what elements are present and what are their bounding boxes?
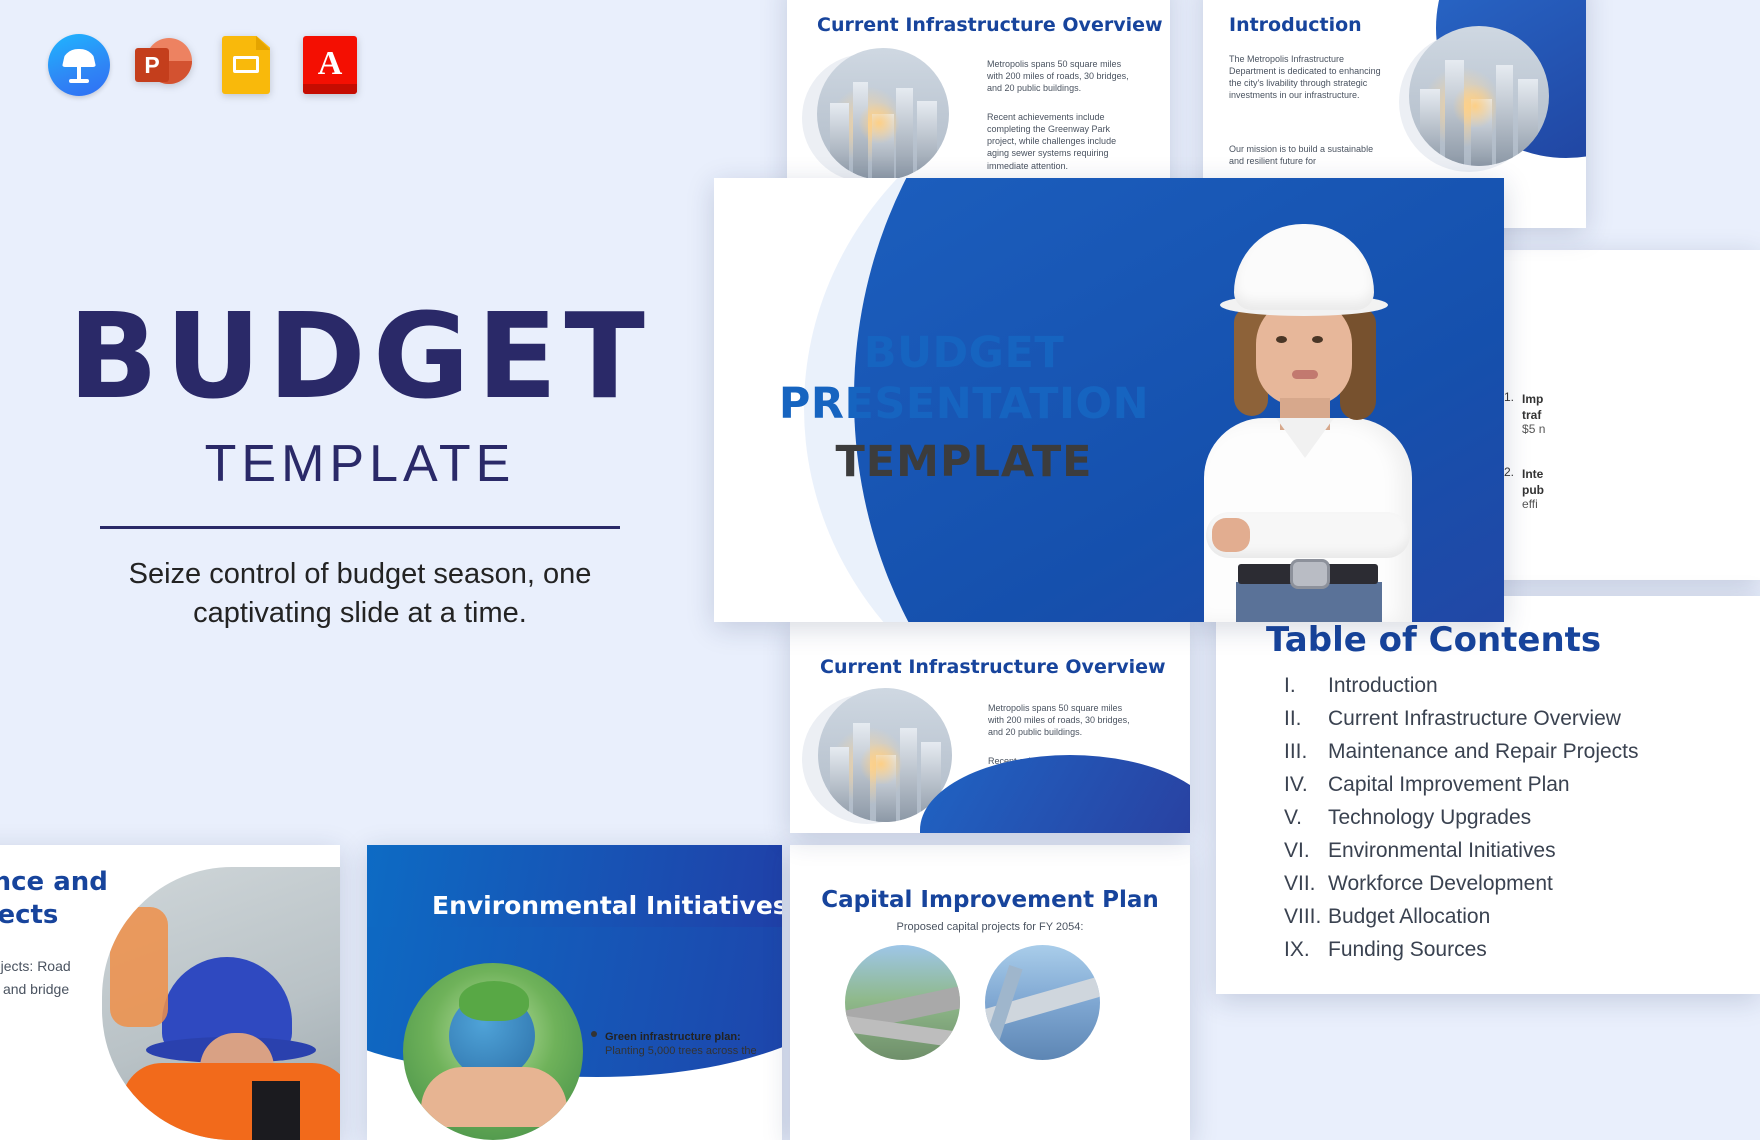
featured-slide[interactable]: BUDGET PRESENTATION TEMPLATE [714, 178, 1504, 622]
pdf-icon[interactable]: A [300, 34, 362, 96]
decorative-wave [920, 755, 1190, 833]
bullet-bold: Green infrastructure plan: [605, 1031, 741, 1043]
slide-paragraph-1: The Metropolis Infrastructure Department… [1229, 54, 1381, 101]
template-showcase-canvas: P A BUDGET TEMPLATE Seize control of bud… [0, 0, 1760, 1140]
slide-title-line2: ir Projects [0, 900, 59, 930]
slide-maintenance-repair[interactable]: ntenance and ir Projects aintenance proj… [0, 845, 340, 1140]
pdf-icon-letter: A [317, 45, 343, 82]
powerpoint-icon[interactable]: P [132, 34, 194, 96]
featured-title-line1: BUDGET [863, 328, 1065, 378]
slide-capital-improvement[interactable]: Capital Improvement Plan Proposed capita… [790, 845, 1190, 1140]
list-item[interactable]: IV. Capital Improvement Plan [1284, 773, 1754, 797]
toc-label: Funding Sources [1328, 938, 1487, 961]
list-item-detail: $5 n [1522, 422, 1546, 436]
slide-environmental-initiatives[interactable]: Environmental Initiatives Green infrastr… [367, 845, 782, 1140]
slide-title: Introduction [1229, 14, 1362, 36]
hero-tagline: Seize control of budget season, one capt… [128, 558, 592, 630]
list-item: 1. Imp traf $5 n [1504, 390, 1744, 436]
featured-title-line2: PRESENTATION [778, 378, 1150, 429]
slide-body-line2: on Main Street and bridge [0, 981, 70, 997]
toc-numeral: VIII. [1284, 905, 1322, 928]
list-item[interactable]: II. Current Infrastructure Overview [1284, 707, 1754, 731]
earth-hands-photo [403, 963, 583, 1140]
list-item[interactable]: IX. Funding Sources [1284, 938, 1754, 962]
city-photo [1409, 26, 1549, 166]
list-item-bold: Imp [1522, 392, 1544, 406]
list-item-numeral: 1. [1504, 390, 1515, 404]
toc-list: I. Introduction II. Current Infrastructu… [1284, 674, 1754, 962]
list-item: 2. Inte pub effi [1504, 465, 1744, 511]
format-icon-row: P A [48, 34, 362, 96]
city-photo [817, 48, 949, 180]
list-item-numeral: 2. [1504, 465, 1515, 479]
page-title: BUDGET [68, 287, 652, 425]
slide-table-of-contents[interactable]: Table of Contents I. Introduction II. Cu… [1216, 596, 1760, 994]
road-photo-right [985, 945, 1100, 1060]
slide-title: Current Infrastructure Overview [817, 14, 1163, 36]
toc-numeral: II. [1284, 707, 1302, 730]
featured-title-line3: TEMPLATE [835, 437, 1093, 488]
list-item[interactable]: V. Technology Upgrades [1284, 806, 1754, 830]
list-item[interactable]: VIII. Budget Allocation [1284, 905, 1754, 929]
worker-photo [102, 867, 340, 1140]
hard-hat-icon [1234, 224, 1374, 310]
hero-block: BUDGET TEMPLATE Seize control of budget … [0, 287, 720, 633]
bullet-item: Green infrastructure plan: Planting 5,00… [591, 1027, 773, 1057]
toc-label: Budget Allocation [1328, 905, 1491, 928]
slide-current-infrastructure-top[interactable]: Current Infrastructure Overview Metropol… [787, 0, 1170, 190]
google-slides-icon[interactable] [216, 34, 278, 96]
featured-title-block: BUDGET PRESENTATION TEMPLATE [754, 328, 1174, 487]
toc-label: Capital Improvement Plan [1328, 773, 1570, 796]
list-item-rest: traf [1522, 408, 1542, 422]
bullet-dot [591, 1031, 597, 1037]
toc-label: Workforce Development [1328, 872, 1553, 895]
toc-label: Introduction [1328, 674, 1438, 697]
slide-title-line1: ntenance and [0, 867, 108, 897]
slide-title: Table of Contents [1266, 620, 1602, 660]
slide-body-line1: aintenance projects: Road [0, 958, 71, 974]
toc-numeral: VII. [1284, 872, 1316, 895]
slide-title: Environmental Initiatives [432, 891, 782, 920]
toc-label: Current Infrastructure Overview [1328, 707, 1621, 730]
toc-numeral: I. [1284, 674, 1296, 697]
road-photo-left [845, 945, 960, 1060]
toc-label: Environmental Initiatives [1328, 839, 1556, 862]
toc-numeral: IV. [1284, 773, 1308, 796]
powerpoint-icon-letter: P [135, 48, 169, 82]
toc-numeral: VI. [1284, 839, 1310, 862]
slide-subtitle: Proposed capital projects for FY 2054: [896, 921, 1084, 933]
toc-label: Maintenance and Repair Projects [1328, 740, 1639, 763]
bullet-rest: Planting 5,000 trees across the [605, 1045, 757, 1057]
keynote-icon[interactable] [48, 34, 110, 96]
slide-title: Current Infrastructure Overview [820, 656, 1166, 678]
list-item[interactable]: VII. Workforce Development [1284, 872, 1754, 896]
toc-label: Technology Upgrades [1328, 806, 1532, 829]
toc-numeral: III. [1284, 740, 1308, 763]
slide-numbered-list[interactable]: 1. Imp traf $5 n 2. Inte pub effi [1480, 250, 1760, 580]
slide-paragraph-1: Metropolis spans 50 square miles with 20… [988, 703, 1130, 738]
list-item-bold: Inte [1522, 467, 1544, 481]
page-subtitle: TEMPLATE [204, 435, 516, 494]
list-item-rest: pub [1522, 483, 1545, 497]
toc-numeral: IX. [1284, 938, 1310, 961]
engineer-photo [1182, 212, 1442, 622]
list-item[interactable]: VI. Environmental Initiatives [1284, 839, 1754, 863]
slide-current-infrastructure-bottom[interactable]: Current Infrastructure Overview Metropol… [790, 620, 1190, 833]
slide-paragraph-2: Recent achievements include completing t… [987, 112, 1117, 171]
list-item-detail: effi [1522, 497, 1538, 511]
slide-paragraph-1: Metropolis spans 50 square miles with 20… [987, 59, 1129, 94]
toc-numeral: V. [1284, 806, 1302, 829]
hero-divider [100, 526, 620, 530]
list-item[interactable]: III. Maintenance and Repair Projects [1284, 740, 1754, 764]
slide-paragraph-2: Our mission is to build a sustainable an… [1229, 144, 1374, 167]
slide-title: Capital Improvement Plan [821, 887, 1159, 913]
list-item[interactable]: I. Introduction [1284, 674, 1754, 698]
